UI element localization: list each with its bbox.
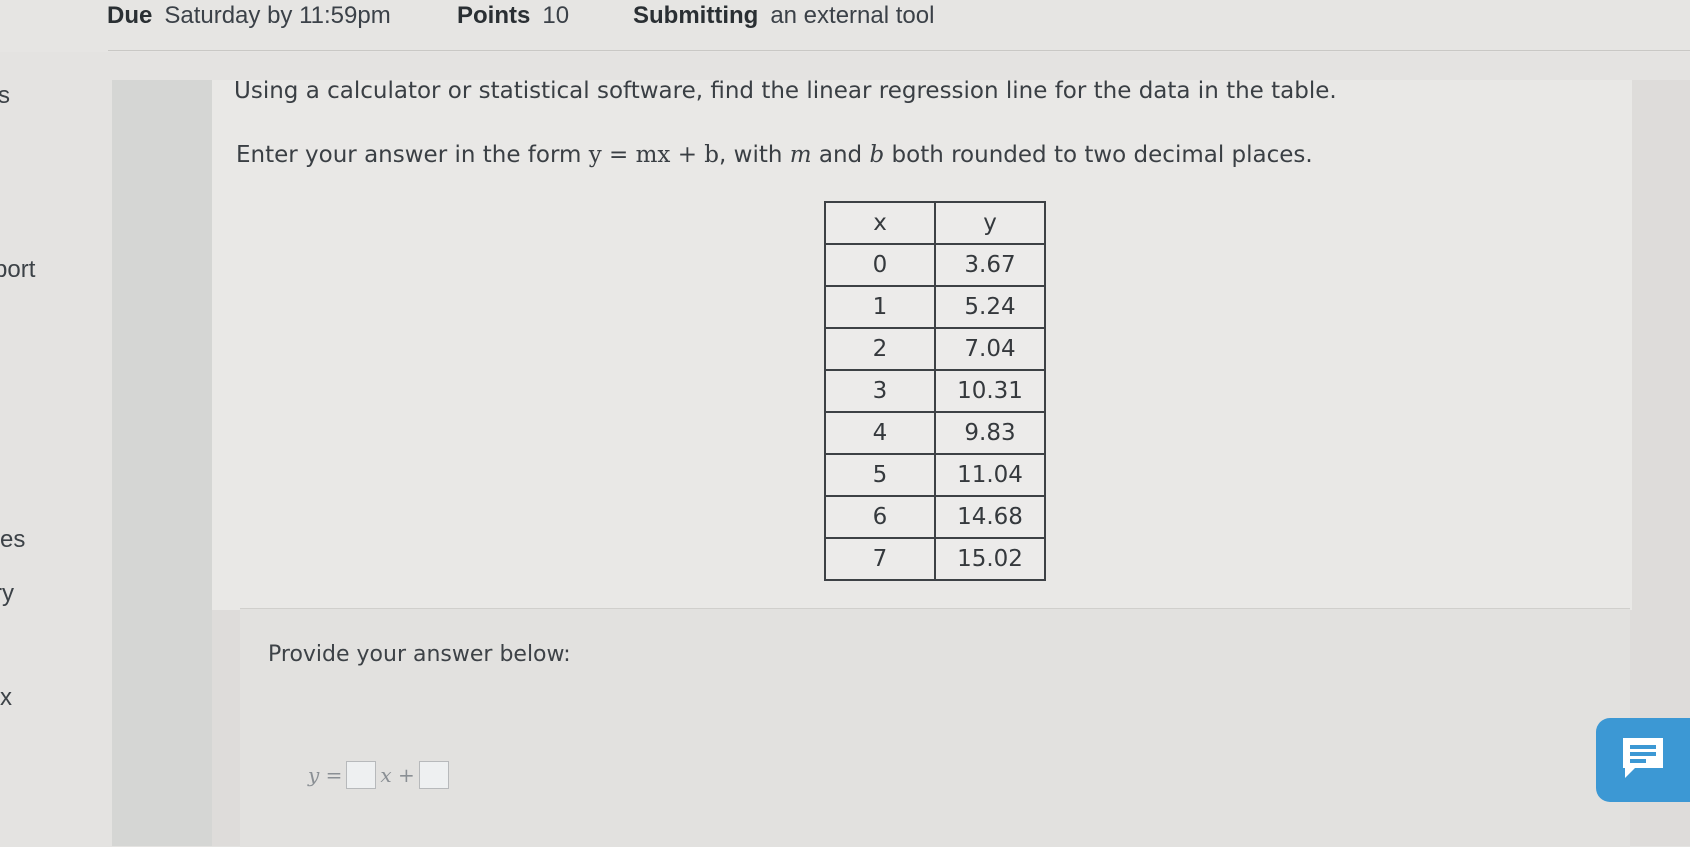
table-row: 6 14.68: [824, 495, 1046, 539]
question-instruction: Using a calculator or statistical softwa…: [234, 78, 1337, 104]
submission-type: Submitting an external tool: [633, 2, 934, 30]
table-header-row: x y: [824, 201, 1046, 245]
tool-frame-gutter: [112, 80, 212, 846]
nav-item-fragment[interactable]: port: [0, 256, 35, 284]
answer-format-instruction: Enter your answer in the form y = mx + b…: [236, 142, 1313, 168]
cell-y: 7.04: [934, 327, 1046, 371]
cell-y: 10.31: [934, 369, 1046, 413]
table-row: 3 10.31: [824, 369, 1046, 413]
feedback-button[interactable]: [1596, 718, 1690, 802]
due-value: Saturday by 11:59pm: [164, 2, 391, 29]
points: Points 10: [457, 2, 569, 30]
answer-prompt: Provide your answer below:: [268, 642, 571, 667]
table-row: 2 7.04: [824, 327, 1046, 371]
format-mid-1: , with: [719, 142, 790, 168]
table-row: 1 5.24: [824, 285, 1046, 329]
nav-item-fragment[interactable]: s: [0, 82, 10, 110]
nav-item-fragment[interactable]: ry: [0, 580, 14, 608]
m-symbol: m: [789, 142, 812, 168]
cell-x: 4: [824, 411, 936, 455]
submitting-label: Submitting: [633, 2, 759, 29]
answer-x-term: x +: [380, 763, 415, 787]
slope-input[interactable]: [346, 761, 377, 789]
column-header-y: y: [934, 201, 1046, 245]
format-prefix: Enter your answer in the form: [236, 142, 589, 168]
cell-x: 7: [824, 537, 936, 581]
cell-y: 5.24: [934, 285, 1046, 329]
column-header-x: x: [824, 201, 936, 245]
table-row: 4 9.83: [824, 411, 1046, 455]
cell-y: 3.67: [934, 243, 1046, 287]
format-equation: y = mx + b: [588, 142, 720, 168]
cell-x: 5: [824, 453, 936, 497]
nav-item-fragment[interactable]: x: [0, 684, 12, 712]
meta-divider: [108, 50, 1690, 51]
format-mid-2: and: [811, 142, 870, 168]
submitting-value: an external tool: [770, 2, 935, 29]
intercept-input[interactable]: [418, 761, 449, 789]
assignment-meta-bar: Due Saturday by 11:59pm Points 10 Submitti…: [0, 0, 1690, 52]
cell-x: 3: [824, 369, 936, 413]
table-row: 5 11.04: [824, 453, 1046, 497]
cell-y: 15.02: [934, 537, 1046, 581]
answer-equation: y = x +: [308, 758, 449, 792]
cell-x: 6: [824, 495, 936, 539]
due-date: Due Saturday by 11:59pm: [107, 2, 391, 30]
answer-lhs: y =: [308, 763, 343, 787]
table-row: 7 15.02: [824, 537, 1046, 581]
cell-y: 9.83: [934, 411, 1046, 455]
table-row: 0 3.67: [824, 243, 1046, 287]
points-label: Points: [457, 2, 531, 29]
cell-x: 2: [824, 327, 936, 371]
cell-x: 0: [824, 243, 936, 287]
chat-feedback-icon: [1617, 732, 1669, 789]
due-label: Due: [107, 2, 153, 29]
data-table: x y 0 3.67 1 5.24 2 7.04 3 10.31 4 9.83 5 11.0…: [824, 201, 1046, 581]
cell-y: 11.04: [934, 453, 1046, 497]
format-suffix: both rounded to two decimal places.: [884, 142, 1313, 168]
cell-y: 14.68: [934, 495, 1046, 539]
cell-x: 1: [824, 285, 936, 329]
nav-item-fragment[interactable]: es: [0, 526, 25, 554]
b-symbol: b: [869, 142, 885, 168]
points-value: 10: [542, 2, 570, 29]
